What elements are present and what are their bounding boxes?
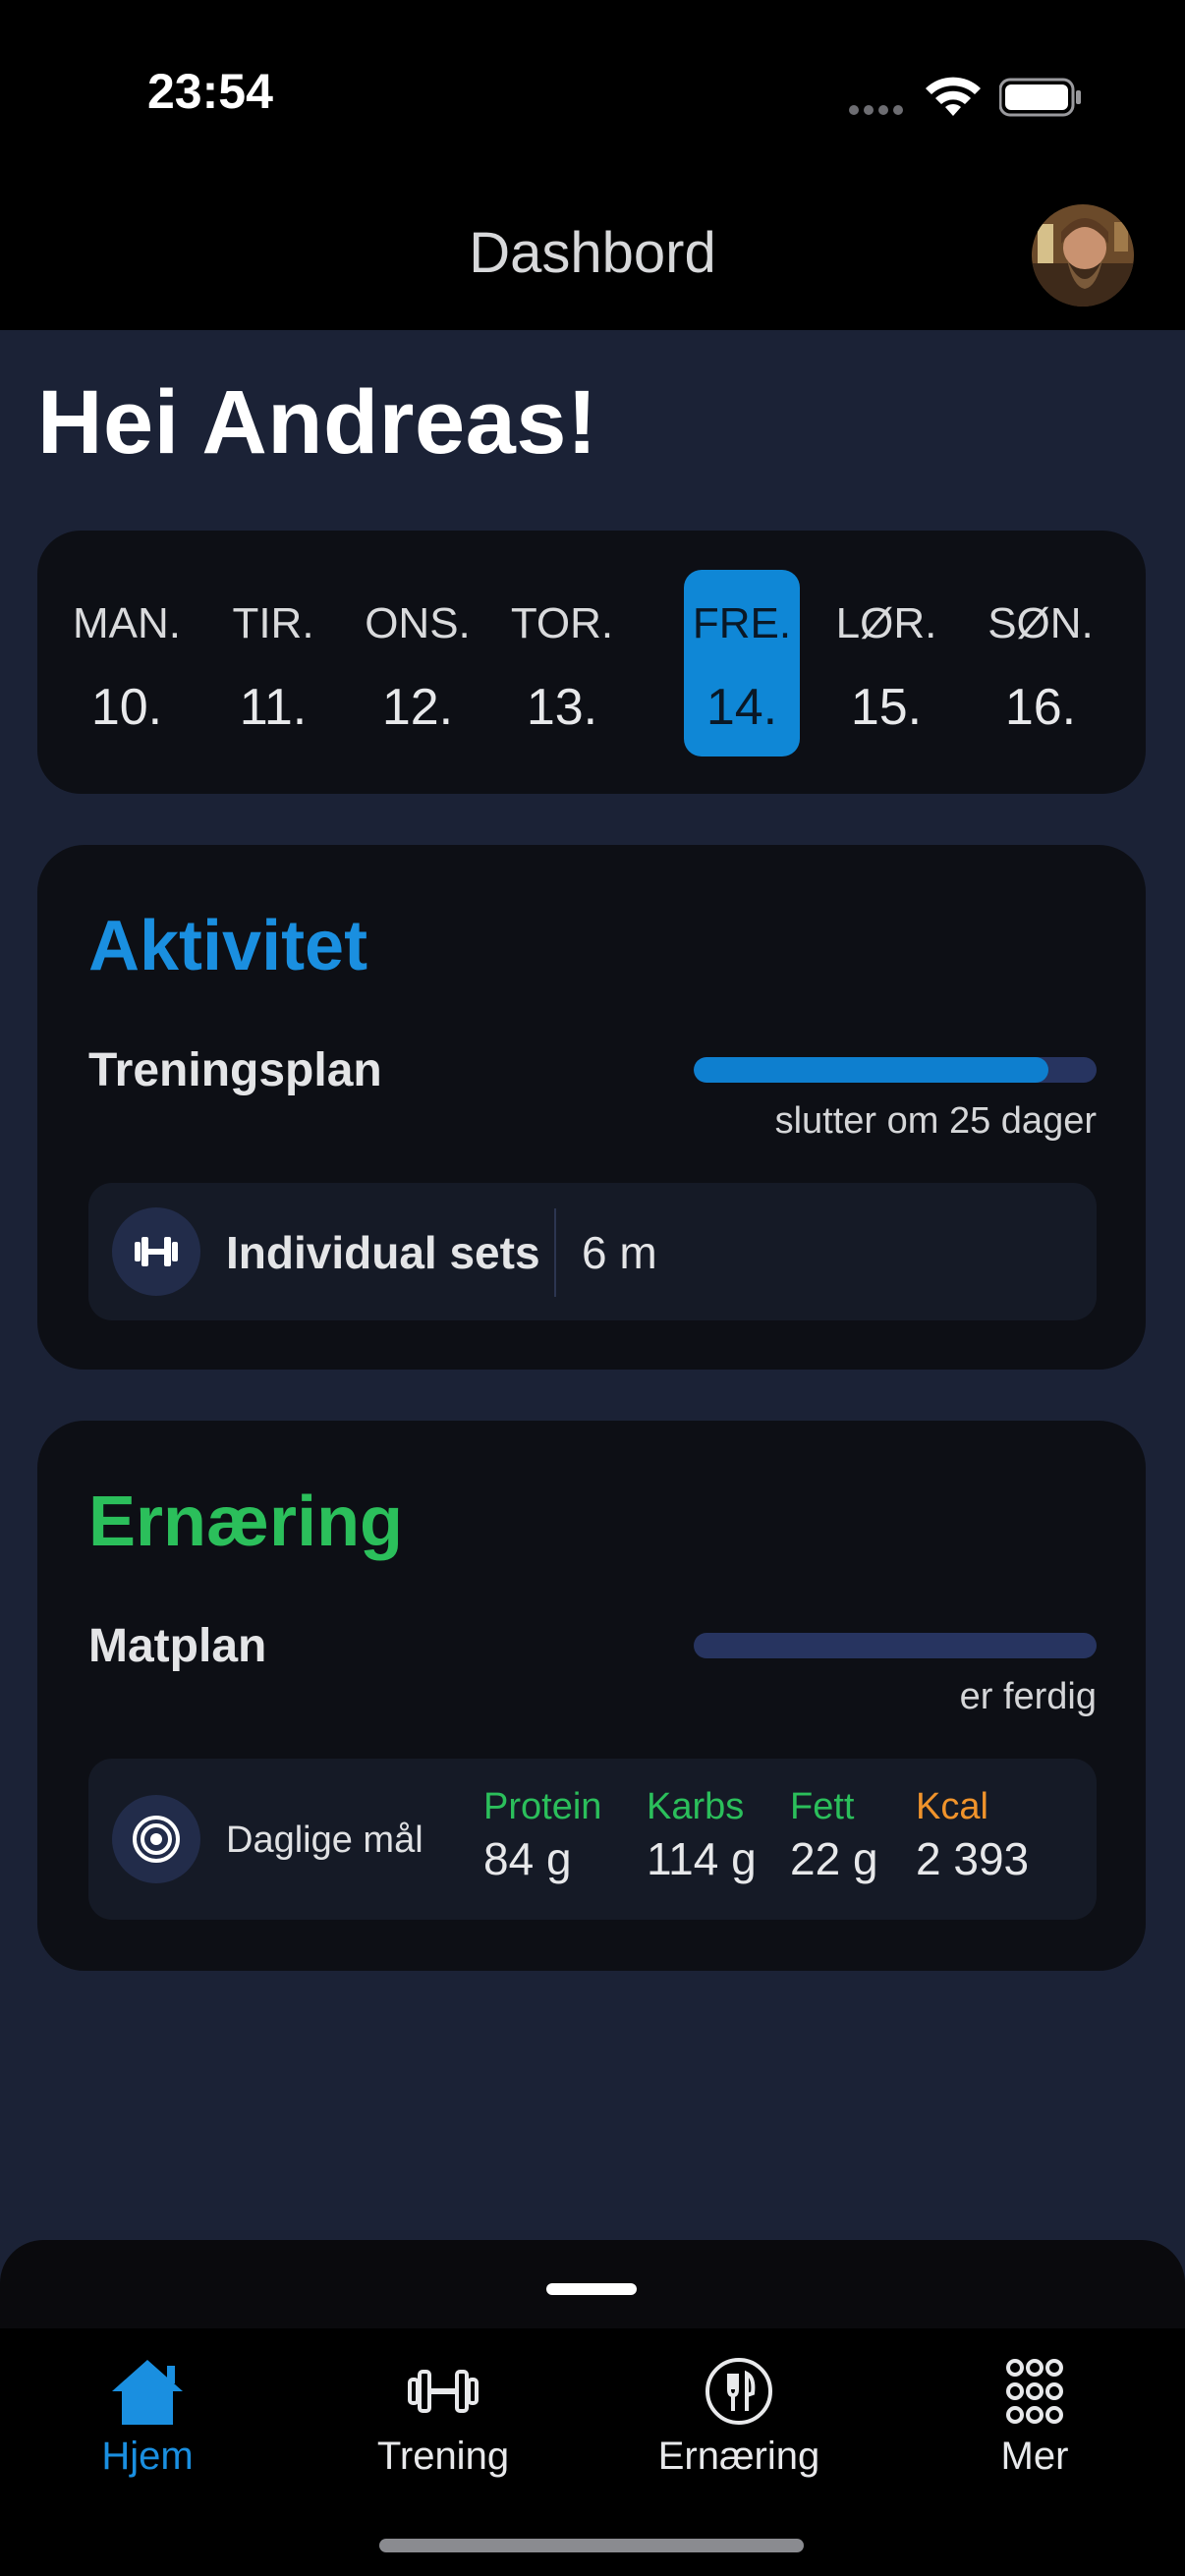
- training-plan-progress-fill: [694, 1057, 1048, 1083]
- macro-kcal: Kcal 2 393: [916, 1786, 1029, 1885]
- day-tue[interactable]: TIR. 11.: [215, 570, 331, 756]
- day-wed[interactable]: ONS. 12.: [360, 570, 476, 756]
- day-name: TOR.: [510, 599, 614, 647]
- greeting-title: Hei Andreas!: [37, 372, 598, 473]
- dumbbell-icon: [135, 1237, 178, 1266]
- day-name: TIR.: [232, 599, 314, 647]
- day-fri[interactable]: FRE. 14.: [684, 570, 800, 756]
- day-sun[interactable]: SØN. 16.: [983, 570, 1099, 756]
- day-name: FRE.: [692, 599, 792, 647]
- page-title: Dashbord: [469, 221, 716, 285]
- home-icon: [112, 2360, 183, 2425]
- dumbbell-icon: [408, 2370, 479, 2413]
- day-name: LØR.: [835, 599, 937, 647]
- training-plan-progress: [694, 1057, 1097, 1083]
- tab-label: Mer: [1000, 2435, 1069, 2478]
- day-name: SØN.: [988, 599, 1094, 647]
- tab-label: Trening: [376, 2435, 510, 2478]
- session-label: Individual sets: [226, 1227, 540, 1278]
- tab-label: Ernæring: [657, 2435, 820, 2478]
- day-sat[interactable]: LØR. 15.: [828, 570, 944, 756]
- activity-title: Aktivitet: [88, 907, 368, 985]
- daily-goals-row[interactable]: Daglige mål Protein 84 g Karbs 114 g Fet…: [88, 1759, 1097, 1920]
- day-thu[interactable]: TOR. 13.: [504, 570, 620, 756]
- macro-protein: Protein 84 g: [483, 1786, 601, 1885]
- meal-plan-label: Matplan: [88, 1620, 267, 1672]
- day-name: ONS.: [365, 599, 471, 647]
- wifi-icon: [926, 77, 981, 116]
- macro-value: 2 393: [916, 1833, 1030, 1884]
- training-plan-label: Treningsplan: [88, 1044, 382, 1096]
- macro-name: Kcal: [916, 1786, 988, 1827]
- nutrition-title: Ernæring: [88, 1483, 404, 1561]
- macro-value: 84 g: [483, 1833, 572, 1884]
- day-number: 10.: [90, 679, 163, 736]
- avatar-image: [1032, 204, 1134, 307]
- macro-value: 22 g: [790, 1833, 878, 1884]
- day-mon[interactable]: MAN. 10.: [69, 570, 185, 756]
- tab-label: Hjem: [101, 2435, 194, 2478]
- day-number: 13.: [526, 679, 598, 736]
- macro-name: Fett: [790, 1786, 855, 1827]
- training-plan-note: slutter om 25 dager: [774, 1100, 1097, 1142]
- goals-icon-badge: [112, 1795, 200, 1883]
- status-time: 23:54: [147, 64, 273, 119]
- daily-goals-label: Daglige mål: [226, 1820, 423, 1861]
- day-number: 11.: [239, 679, 308, 736]
- session-duration: 6 m: [582, 1227, 657, 1278]
- tab-training[interactable]: Trening: [325, 2356, 561, 2479]
- tab-more[interactable]: Mer: [917, 2356, 1153, 2479]
- macro-fat: Fett 22 g: [790, 1786, 878, 1885]
- tab-home[interactable]: Hjem: [29, 2356, 265, 2479]
- day-number: 16.: [1004, 679, 1077, 736]
- day-number: 12.: [381, 679, 454, 736]
- nutrition-card[interactable]: Ernæring Matplan er ferdig Daglige mål P…: [37, 1421, 1146, 1971]
- day-number: 14.: [705, 679, 778, 736]
- meal-plan-progress: [694, 1633, 1097, 1658]
- tab-nutrition[interactable]: Ernæring: [621, 2356, 857, 2479]
- macro-carbs: Karbs 114 g: [647, 1786, 757, 1885]
- session-icon-badge: [112, 1207, 200, 1296]
- home-indicator: [379, 2539, 804, 2552]
- macro-value: 114 g: [647, 1833, 757, 1884]
- week-selector: MAN. 10. TIR. 11. ONS. 12. TOR. 13. FRE.…: [37, 531, 1146, 794]
- battery-icon: [999, 78, 1081, 117]
- meal-plan-note: er ferdig: [959, 1676, 1097, 1717]
- divider: [554, 1208, 556, 1297]
- macro-name: Karbs: [647, 1786, 745, 1827]
- day-name: MAN.: [73, 599, 181, 647]
- signal-dots-icon: [849, 102, 908, 120]
- target-icon: [133, 1816, 180, 1863]
- activity-card[interactable]: Aktivitet Treningsplan slutter om 25 dag…: [37, 845, 1146, 1370]
- grid-icon: [1006, 2359, 1063, 2424]
- avatar[interactable]: [1032, 204, 1134, 307]
- day-number: 15.: [850, 679, 923, 736]
- sheet-handle[interactable]: [546, 2283, 637, 2295]
- macro-name: Protein: [483, 1786, 602, 1827]
- session-row[interactable]: Individual sets 6 m: [88, 1183, 1097, 1320]
- fork-knife-icon: [705, 2358, 772, 2425]
- status-bar: 23:54: [0, 0, 1185, 196]
